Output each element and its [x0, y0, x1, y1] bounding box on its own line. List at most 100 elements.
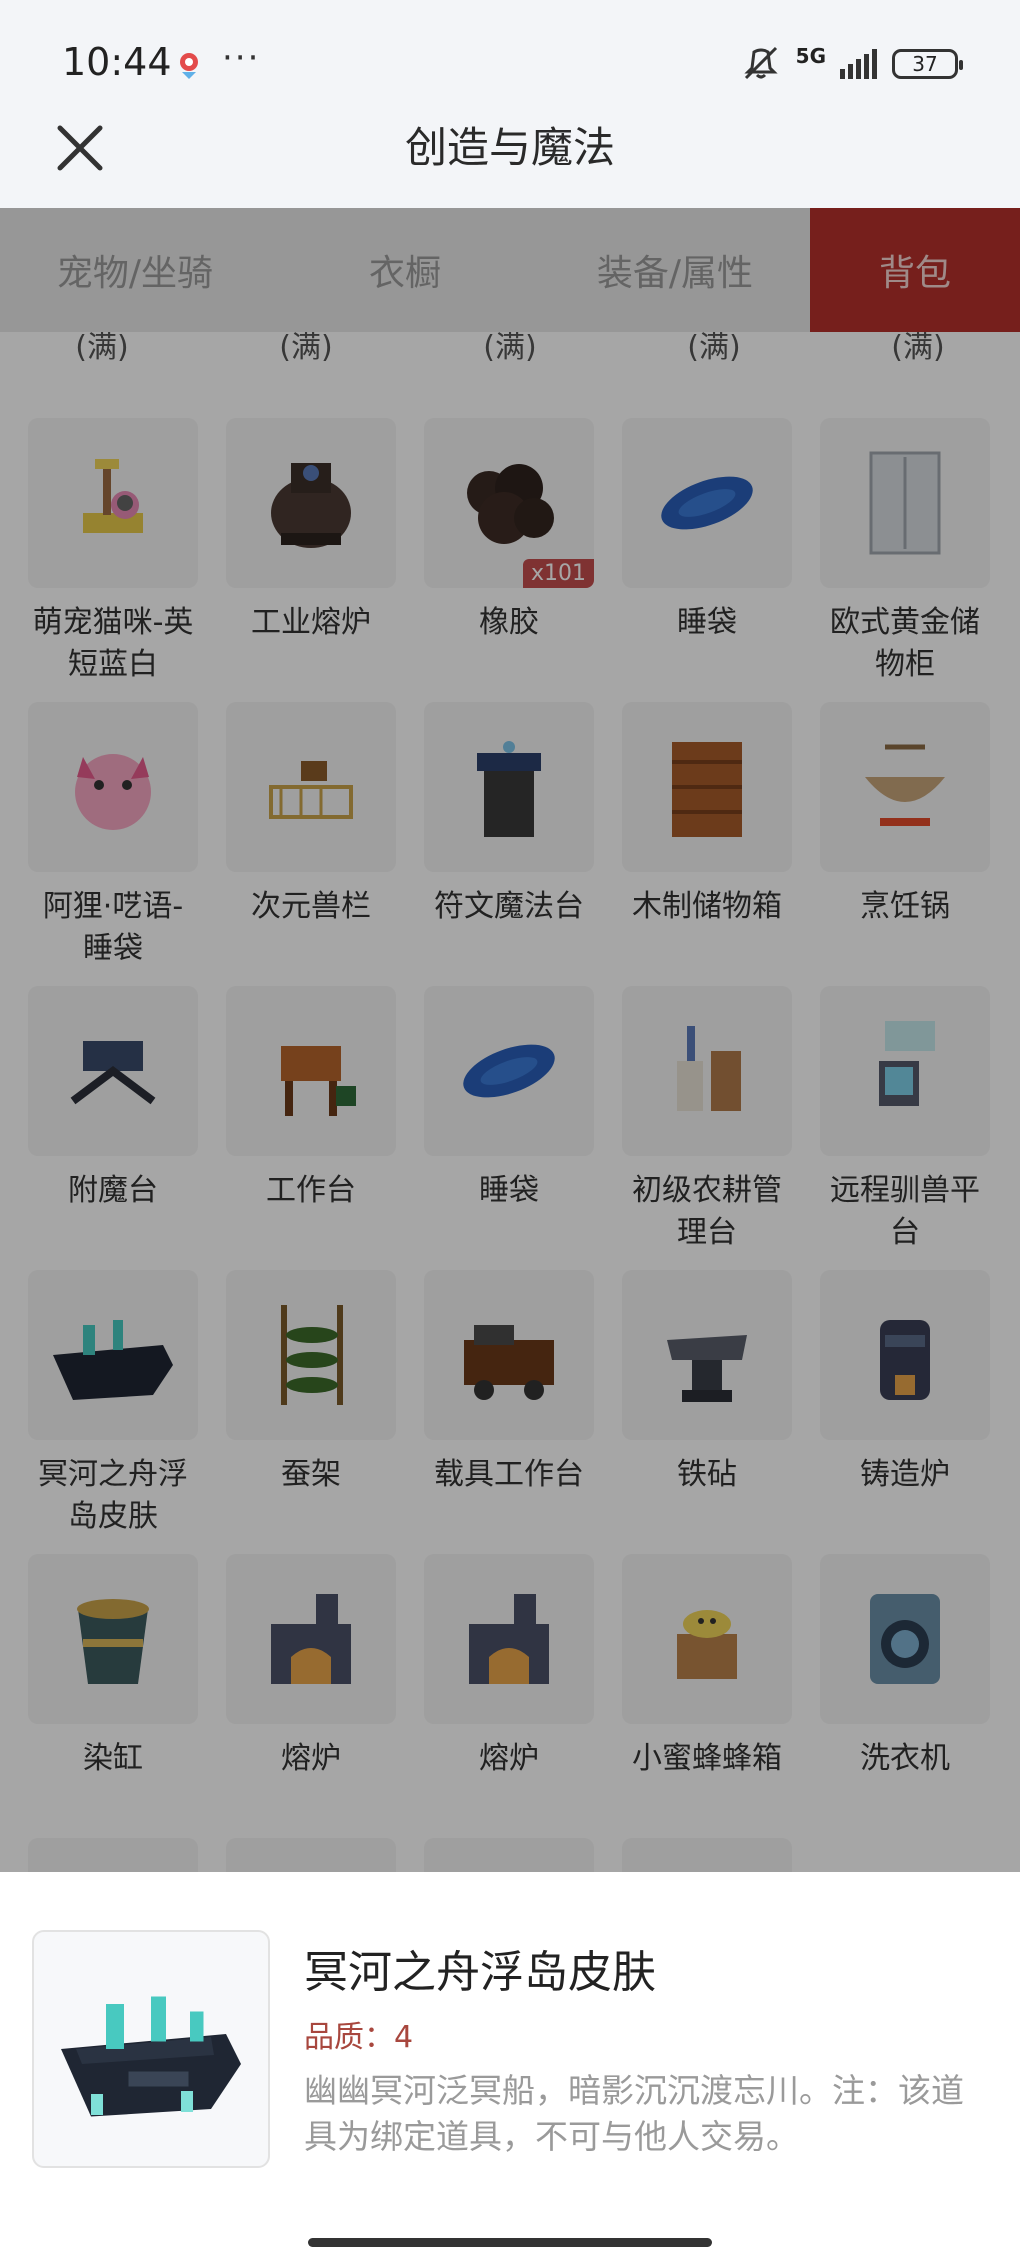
inventory-item-thumb — [28, 986, 198, 1156]
inventory-item-name: 工作台 — [266, 1173, 356, 1208]
inventory-item[interactable]: 符文魔法台 — [424, 702, 594, 986]
inventory-item-thumb — [226, 1270, 396, 1440]
inventory-item[interactable]: 阿狸·呓语-睡袋 — [28, 702, 198, 986]
item-detail-name: 冥河之舟浮岛皮肤 — [304, 1947, 656, 1998]
inventory-item[interactable]: 睡袋 — [424, 986, 594, 1270]
inventory-item[interactable]: 附魔台 — [28, 986, 198, 1270]
item-icon — [677, 1026, 741, 1111]
inventory-item-name: 冥河之舟浮岛皮肤 — [38, 1457, 188, 1534]
item-icon — [870, 1594, 940, 1684]
inventory-item[interactable] — [424, 1838, 594, 1872]
tab-wardrobe[interactable]: 衣橱 — [270, 208, 540, 332]
inventory-item-thumb — [622, 1554, 792, 1724]
inventory-item-name: 烹饪锅 — [860, 889, 950, 924]
item-detail-quality: 品质：4 — [304, 2020, 414, 2055]
status-icons: 5G 37 — [740, 44, 963, 84]
inventory-item-name: 工业熔炉 — [251, 605, 371, 640]
item-count-badge: x101 — [522, 559, 594, 588]
inventory-item[interactable]: 熔炉 — [424, 1554, 594, 1838]
status-dots: ··· — [222, 38, 261, 78]
tab-pets-mounts[interactable]: 宠物/坐骑 — [0, 208, 270, 332]
inventory-item-name: 蚕架 — [281, 1457, 341, 1492]
item-icon — [43, 1853, 183, 1872]
inventory-item-name: 铸造炉 — [860, 1457, 950, 1492]
inventory-item-name: 萌宠猫咪-英短蓝白 — [32, 605, 194, 682]
inventory-item[interactable]: 洗衣机 — [820, 1554, 990, 1838]
inventory-item[interactable]: 次元兽栏 — [226, 702, 396, 986]
inventory-item-name: 次元兽栏 — [251, 889, 371, 924]
inventory-item-thumb — [28, 1838, 198, 1872]
inventory-item-name: 木制储物箱 — [632, 889, 782, 924]
inventory-item-thumb — [622, 986, 792, 1156]
item-icon — [661, 476, 753, 530]
inventory-item[interactable]: 冥河之舟浮岛皮肤 — [28, 1270, 198, 1554]
inventory-item-name: 洗衣机 — [860, 1741, 950, 1776]
item-detail-sheet: 冥河之舟浮岛皮肤 品质：4 幽幽冥河泛冥船，暗影沉沉渡忘川。注：该道具为绑定道具… — [0, 1872, 1020, 2267]
inventory-item-name: 附魔台 — [68, 1173, 158, 1208]
inventory-item[interactable]: 染缸 — [28, 1554, 198, 1838]
item-icon — [271, 463, 351, 548]
inventory-item-thumb — [622, 1270, 792, 1440]
inventory-item[interactable] — [622, 1838, 792, 1872]
partial-item-label: (满) — [687, 332, 741, 365]
item-icon — [83, 459, 143, 533]
item-icon — [53, 1320, 173, 1400]
inventory-item[interactable]: 睡袋 — [622, 418, 792, 702]
item-icon — [281, 1046, 356, 1116]
item-icon — [269, 761, 353, 819]
inventory-item-thumb — [820, 1270, 990, 1440]
inventory-item-name: 符文魔法台 — [434, 889, 584, 924]
inventory-item-thumb — [28, 418, 198, 588]
inventory-item-thumb — [424, 702, 594, 872]
inventory-item[interactable]: 铁砧 — [622, 1270, 792, 1554]
inventory-item-thumb — [622, 1838, 792, 1872]
inventory-item[interactable]: 蚕架 — [226, 1270, 396, 1554]
inventory-item[interactable] — [28, 1838, 198, 1872]
inventory-item-thumb: x101 — [424, 418, 594, 588]
inventory-item[interactable]: 铸造炉 — [820, 1270, 990, 1554]
item-icon — [271, 1594, 351, 1684]
location-app-icon — [180, 53, 198, 79]
inventory-item-name: 熔炉 — [281, 1741, 341, 1776]
inventory-item-thumb — [424, 1838, 594, 1872]
signal-icon — [840, 49, 877, 79]
tab-equipment[interactable]: 装备/属性 — [540, 208, 810, 332]
inventory-item[interactable]: 工作台 — [226, 986, 396, 1270]
item-icon — [672, 742, 742, 837]
inventory-item-name: 橡胶 — [479, 605, 539, 640]
inventory-item[interactable]: 载具工作台 — [424, 1270, 594, 1554]
inventory-item-name: 染缸 — [83, 1741, 143, 1776]
inventory-item-name: 阿狸·呓语-睡袋 — [42, 889, 184, 966]
inventory-item-thumb — [820, 702, 990, 872]
inventory-item[interactable]: 小蜜蜂蜂箱 — [622, 1554, 792, 1838]
item-icon — [463, 1044, 555, 1098]
tab-backpack[interactable]: 背包 — [810, 208, 1020, 332]
partial-item-label: (满) — [891, 332, 945, 365]
inventory-item[interactable]: 萌宠猫咪-英短蓝白 — [28, 418, 198, 702]
inventory-item[interactable]: 欧式黄金储物柜 — [820, 418, 990, 702]
network-label: 5G — [795, 44, 826, 68]
item-icon — [70, 1041, 156, 1105]
inventory-item[interactable]: 木制储物箱 — [622, 702, 792, 986]
item-detail-image — [32, 1930, 270, 2168]
item-icon — [467, 464, 554, 544]
inventory-item-thumb — [622, 418, 792, 588]
inventory-item-name: 睡袋 — [479, 1173, 539, 1208]
partial-item-label: (满) — [75, 332, 129, 365]
item-icon — [667, 1335, 747, 1402]
item-detail-description: 幽幽冥河泛冥船，暗影沉沉渡忘川。注：该道具为绑定道具，不可与他人交易。 — [304, 2071, 964, 2156]
inventory-item[interactable]: 初级农耕管理台 — [622, 986, 792, 1270]
inventory-item-thumb — [424, 1270, 594, 1440]
inventory-item-name: 铁砧 — [677, 1457, 737, 1492]
inventory-item[interactable]: 烹饪锅 — [820, 702, 990, 986]
inventory-item-thumb — [226, 1554, 396, 1724]
inventory-item[interactable]: 熔炉 — [226, 1554, 396, 1838]
inventory-item[interactable]: 远程驯兽平台 — [820, 986, 990, 1270]
item-icon — [865, 744, 945, 826]
item-icon — [879, 1021, 935, 1106]
inventory-item[interactable]: 工业熔炉 — [226, 418, 396, 702]
inventory-item[interactable] — [226, 1838, 396, 1872]
item-icon — [677, 1610, 737, 1679]
inventory-item[interactable]: x101 橡胶 — [424, 418, 594, 702]
item-icon — [477, 741, 541, 837]
